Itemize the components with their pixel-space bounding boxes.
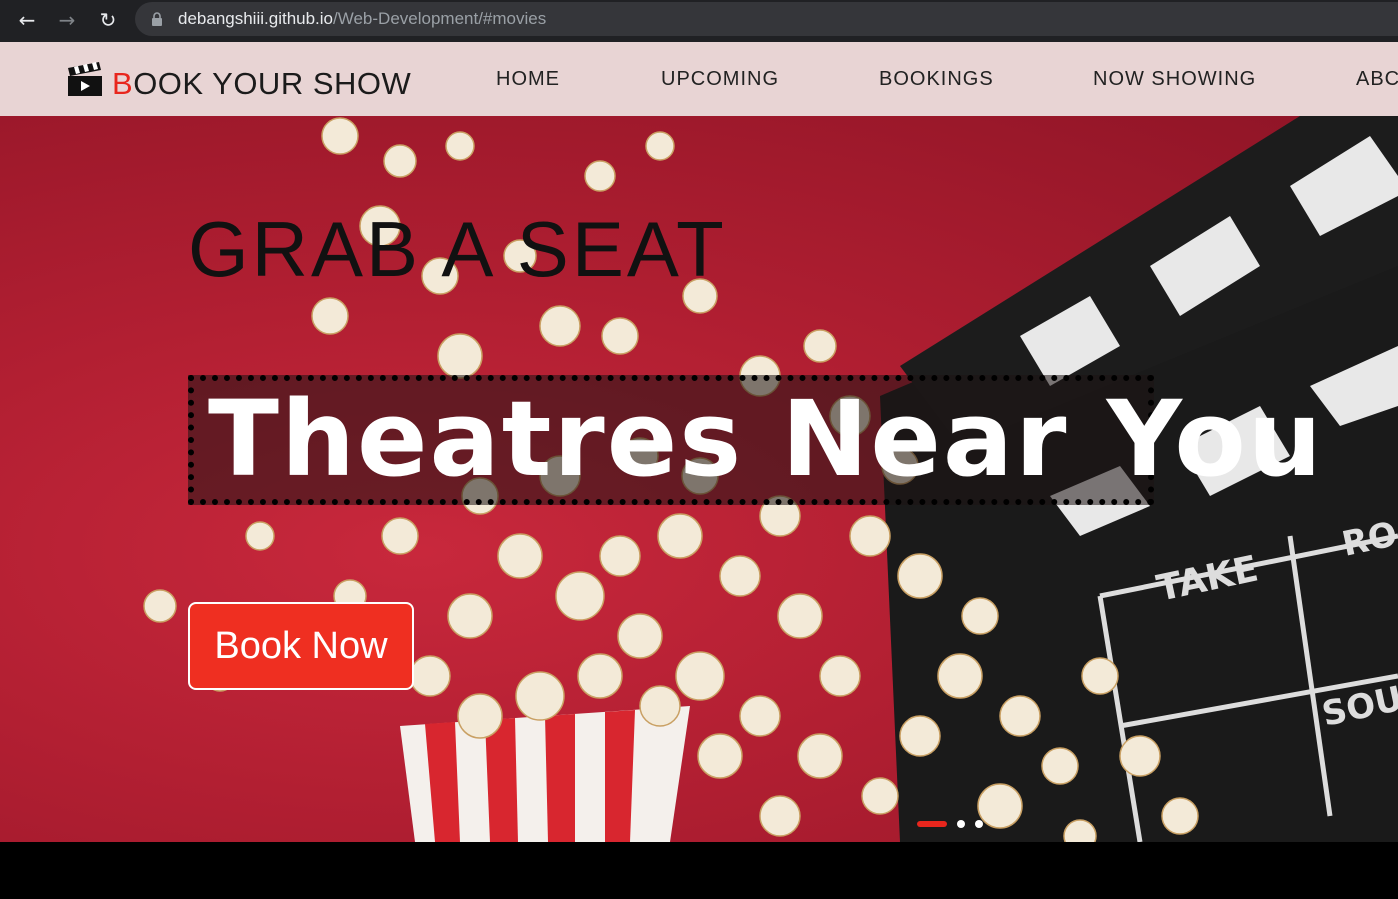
nav-now-showing[interactable]: NOW SHOWING: [1093, 68, 1256, 91]
brand-logo[interactable]: BOOK YOUR SHOW: [66, 56, 411, 102]
hero-headline: Theatres Near You: [208, 378, 1324, 500]
carousel-dot-3[interactable]: [975, 820, 983, 828]
carousel-dot-1[interactable]: [917, 821, 947, 827]
hero-carousel: TAKE RO SOU GRAB A SEAT Theatres Near Yo…: [0, 116, 1398, 842]
forward-arrow-icon[interactable]: →: [55, 8, 79, 32]
nav-bookings[interactable]: BOOKINGS: [879, 68, 994, 91]
lock-icon: [152, 12, 162, 26]
book-now-button[interactable]: Book Now: [188, 602, 414, 690]
back-arrow-icon[interactable]: ←: [15, 8, 39, 32]
site-navbar: BOOK YOUR SHOW HOME UPCOMING BOOKINGS NO…: [0, 42, 1398, 116]
address-bar[interactable]: debangshiii.github.io/Web-Development/#m…: [135, 2, 1398, 36]
nav-home[interactable]: HOME: [496, 68, 560, 91]
popcorn-bucket-image: [400, 706, 690, 842]
browser-toolbar: ← → ↻ debangshiii.github.io/Web-Developm…: [0, 0, 1398, 42]
brand-name: BOOK YOUR SHOW: [112, 66, 412, 101]
nav-about[interactable]: ABC: [1356, 68, 1398, 91]
nav-upcoming[interactable]: UPCOMING: [661, 68, 779, 91]
carousel-indicators: [917, 820, 993, 828]
carousel-dot-2[interactable]: [957, 820, 965, 828]
hero-tagline: GRAB A SEAT: [188, 205, 727, 293]
reload-icon[interactable]: ↻: [96, 8, 120, 32]
url-text: debangshiii.github.io/Web-Development/#m…: [178, 9, 547, 28]
clapperboard-icon: [68, 62, 102, 96]
